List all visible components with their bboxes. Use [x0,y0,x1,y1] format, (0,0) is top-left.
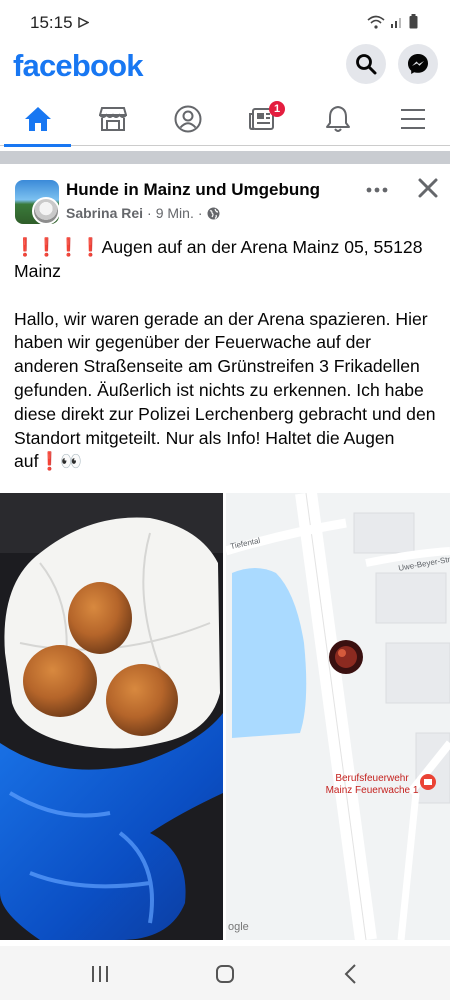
post-header: Hunde in Mainz und Umgebung Sabrina Rei … [0,164,450,230]
group-name[interactable]: Hunde in Mainz und Umgebung [66,180,320,200]
post-photo[interactable] [0,493,223,940]
author-avatar[interactable] [32,197,60,225]
map-poi-line-1: Berufsfeuerwehr [335,773,409,784]
post-meta: Sabrina Rei · 9 Min. · [66,205,220,221]
meatballs-photo [0,493,223,940]
news-badge: 1 [269,101,285,117]
menu-icon [400,109,425,129]
messenger-button[interactable] [398,44,438,84]
app-header: facebook [0,44,450,92]
play-store-icon [78,17,89,28]
status-time: 15:15 [30,13,73,32]
close-icon[interactable] [416,176,440,200]
tab-marketplace[interactable] [75,92,150,146]
meta-dot: · [197,205,203,221]
search-icon [356,54,377,75]
author-name[interactable]: Sabrina Rei [66,205,143,221]
post-paragraph: Hallo, wir waren gerade an der Arena spa… [14,308,440,475]
store-icon [98,107,127,131]
location-map[interactable]: Tiefental Uwe-Beyer-Stra Berufsfeuerwehr… [226,493,450,940]
post-title-line: ❗❗❗❗Augen auf an der Arena Mainz 05, 551… [14,236,440,284]
messenger-icon [408,54,428,74]
post-media[interactable]: Tiefental Uwe-Beyer-Stra Berufsfeuerwehr… [0,493,450,940]
tab-notifications[interactable] [300,92,375,146]
tab-profile[interactable] [150,92,225,146]
more-options-icon[interactable] [364,180,390,200]
profile-icon [174,105,201,133]
meta-dot: · [147,205,152,221]
feed-divider [0,151,450,164]
post-time[interactable]: 9 Min. [156,205,194,221]
home-nav-icon[interactable] [215,964,235,984]
map-poi-line-2: Mainz Feuerwache 1 [325,785,419,796]
eyes-emoji: ❗👀 [38,451,83,472]
map-poi-label: Berufsfeuerwehr Mainz Feuerwache 1 [322,773,422,797]
facebook-logo[interactable]: facebook [13,48,144,84]
back-icon[interactable] [343,963,357,985]
system-icons [367,14,418,29]
signal-icon [391,17,401,28]
tab-menu[interactable] [375,92,450,146]
system-nav-bar [0,946,450,1000]
tab-home[interactable] [0,92,75,147]
wifi-icon [367,15,385,29]
tab-news[interactable]: 1 [225,92,300,146]
home-icon [24,107,51,131]
search-button[interactable] [346,44,386,84]
recents-icon[interactable] [90,965,110,983]
post-body-text: Hallo, wir waren gerade an der Arena spa… [14,308,436,472]
battery-icon [409,14,418,29]
bell-icon [325,106,350,132]
globe-icon [207,207,219,219]
map-attribution: ogle [228,921,249,933]
exclamation-emoji: ❗❗❗❗ [14,237,102,257]
post-body: ❗❗❗❗Augen auf an der Arena Mainz 05, 551… [14,236,440,474]
status-bar: 15:15 [0,0,450,44]
nav-tabs: 1 [0,92,450,147]
